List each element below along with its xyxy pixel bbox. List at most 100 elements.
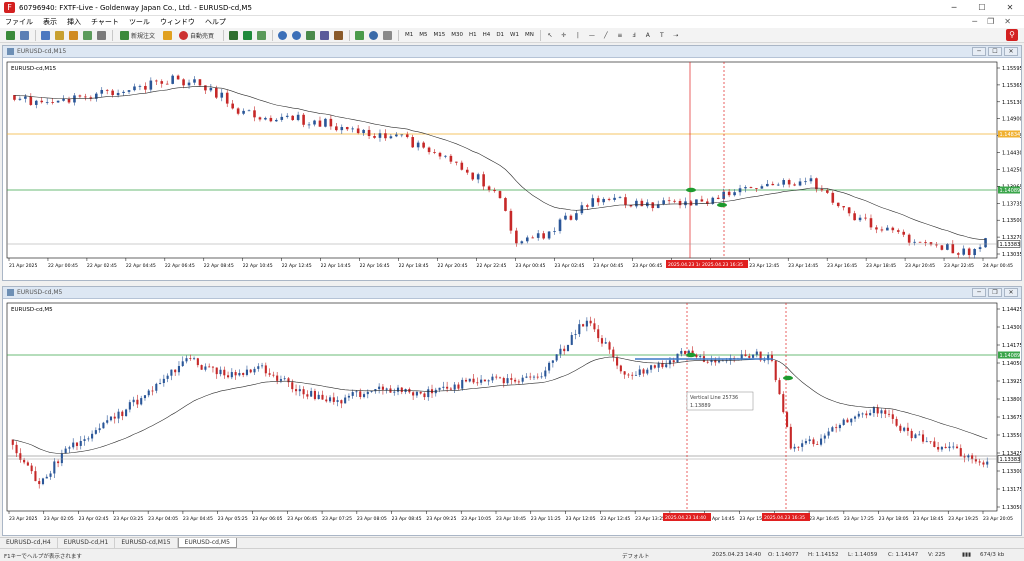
metaeditor-icon[interactable] bbox=[161, 29, 173, 41]
chart-maximize-button[interactable]: ☐ bbox=[988, 47, 1002, 56]
time-label: 23 Apr 14:45 bbox=[788, 263, 818, 269]
candle-bull bbox=[56, 100, 60, 103]
arrows-icon[interactable]: ⇢ bbox=[670, 29, 682, 41]
terminal-icon[interactable] bbox=[81, 29, 93, 41]
candle-bear bbox=[253, 110, 256, 118]
timeframe-m15[interactable]: M15 bbox=[431, 32, 449, 38]
chart-window-m15[interactable]: EURUSD-cd,M15 ─ ☐ ✕ EURUSD-cd,M15 1.15595… bbox=[2, 45, 1023, 281]
tab-eurusd-m5[interactable]: EURUSD-cd,M5 bbox=[177, 538, 237, 548]
cursor-icon[interactable]: ↖ bbox=[544, 29, 556, 41]
profiles-icon[interactable] bbox=[18, 29, 30, 41]
candle-bear bbox=[700, 199, 704, 202]
tab-eurusd-h4[interactable]: EURUSD-cd,H4 bbox=[0, 538, 58, 548]
tile-windows-icon[interactable] bbox=[304, 29, 316, 41]
timeframe-w1[interactable]: W1 bbox=[507, 32, 522, 38]
fibonacci-icon[interactable]: Ⅎ bbox=[628, 29, 640, 41]
tester-icon[interactable] bbox=[95, 29, 107, 41]
chart-close-button[interactable]: ✕ bbox=[1004, 47, 1018, 56]
candle-bear bbox=[918, 241, 922, 243]
mdi-minimize-button[interactable]: ─ bbox=[967, 16, 982, 28]
candle-bear bbox=[291, 382, 294, 390]
chart-close-button[interactable]: ✕ bbox=[1004, 288, 1018, 297]
price-chart-m15[interactable]: EURUSD-cd,M15 1.15595 1.15365 1.15130 1.1490… bbox=[3, 58, 1023, 280]
menu-window[interactable]: ウィンドウ bbox=[155, 16, 200, 28]
candle-bull bbox=[127, 90, 131, 92]
label-icon[interactable]: T bbox=[656, 29, 668, 41]
candle-bear bbox=[340, 400, 343, 404]
candle-bull bbox=[116, 92, 120, 96]
candle-bear bbox=[846, 419, 849, 423]
candle-bear bbox=[963, 456, 966, 458]
chart-restore-button[interactable]: ❐ bbox=[988, 288, 1002, 297]
candle-bear bbox=[26, 462, 29, 466]
price-chart-m5[interactable]: EURUSD-cd,M5 1.14425 1.14300 1.14175 1.14050… bbox=[3, 299, 1023, 535]
mdi-close-button[interactable]: ✕ bbox=[999, 16, 1016, 28]
candle-bear bbox=[895, 418, 898, 426]
candle-bull bbox=[204, 366, 207, 370]
timeframe-mn[interactable]: MN bbox=[522, 32, 537, 38]
auto-trading-button[interactable]: 自動売買 bbox=[175, 29, 218, 41]
timeframe-m1[interactable]: M1 bbox=[402, 32, 416, 38]
candle-bear bbox=[294, 389, 298, 392]
timeframe-d1[interactable]: D1 bbox=[493, 32, 507, 38]
chart-window-m5[interactable]: EURUSD-cd,M5 ─ ❐ ✕ EURUSD-cd,M5 1.14425 1.… bbox=[2, 286, 1023, 536]
horizontal-line-icon[interactable]: — bbox=[586, 29, 598, 41]
candle-bull bbox=[948, 446, 951, 449]
candle-bear bbox=[951, 244, 955, 254]
time-label: 23 Apr 03:25 bbox=[113, 516, 143, 522]
indicators-icon[interactable] bbox=[353, 29, 365, 41]
zoom-in-icon[interactable] bbox=[276, 29, 288, 41]
market-watch-icon[interactable] bbox=[39, 29, 51, 41]
timeframe-m5[interactable]: M5 bbox=[416, 32, 430, 38]
line-chart-icon[interactable] bbox=[255, 29, 267, 41]
new-chart-icon[interactable] bbox=[4, 29, 16, 41]
status-profile[interactable]: デフォルト bbox=[622, 552, 650, 560]
maximize-button[interactable]: ☐ bbox=[968, 0, 996, 16]
close-button[interactable]: ✕ bbox=[996, 0, 1024, 16]
candle-bull bbox=[102, 422, 105, 429]
tab-eurusd-m15[interactable]: EURUSD-cd,M15 bbox=[115, 538, 178, 548]
menu-help[interactable]: ヘルプ bbox=[200, 16, 231, 28]
candlestick-icon[interactable] bbox=[241, 29, 253, 41]
connection-icon: ▮▮▮ bbox=[962, 552, 972, 558]
price-label: 1.13550 bbox=[1002, 433, 1021, 439]
bar-chart-icon[interactable] bbox=[227, 29, 239, 41]
data-window-icon[interactable] bbox=[53, 29, 65, 41]
text-icon[interactable]: A bbox=[642, 29, 654, 41]
menu-insert[interactable]: 挿入 bbox=[62, 16, 86, 28]
mdi-restore-button[interactable]: ❐ bbox=[982, 16, 999, 28]
chart-minimize-button[interactable]: ─ bbox=[972, 288, 986, 297]
timeframe-h4[interactable]: H4 bbox=[480, 32, 494, 38]
candle-bull bbox=[313, 120, 316, 125]
menu-chart[interactable]: チャート bbox=[86, 16, 124, 28]
periods-icon[interactable] bbox=[367, 29, 379, 41]
channel-icon[interactable]: ≡ bbox=[614, 29, 626, 41]
chart-shift-icon[interactable] bbox=[332, 29, 344, 41]
tab-eurusd-h1[interactable]: EURUSD-cd,H1 bbox=[58, 538, 116, 548]
menu-tools[interactable]: ツール bbox=[124, 16, 155, 28]
candle-bull bbox=[400, 134, 404, 136]
timeframe-m30[interactable]: M30 bbox=[448, 32, 466, 38]
candle-bear bbox=[113, 416, 116, 419]
menu-file[interactable]: ファイル bbox=[0, 16, 38, 28]
navigator-icon[interactable] bbox=[67, 29, 79, 41]
vertical-line-icon[interactable]: | bbox=[572, 29, 584, 41]
timeframe-h1[interactable]: H1 bbox=[466, 32, 480, 38]
candle-bear bbox=[684, 350, 687, 354]
templates-icon[interactable] bbox=[381, 29, 393, 41]
candle-bear bbox=[487, 186, 491, 190]
auto-scroll-icon[interactable] bbox=[318, 29, 330, 41]
trendline-icon[interactable]: ╱ bbox=[600, 29, 612, 41]
candle-bull bbox=[525, 237, 529, 242]
crosshair-icon[interactable]: ✛ bbox=[558, 29, 570, 41]
menu-view[interactable]: 表示 bbox=[38, 16, 62, 28]
status-high: H: 1.14152 bbox=[808, 552, 839, 558]
candle-bull bbox=[444, 155, 447, 157]
chart-minimize-button[interactable]: ─ bbox=[972, 47, 986, 56]
new-order-button[interactable]: 新規注文 bbox=[116, 29, 159, 41]
search-icon[interactable]: ⚲ bbox=[1006, 29, 1018, 41]
zoom-out-icon[interactable] bbox=[290, 29, 302, 41]
candle-bull bbox=[106, 420, 109, 423]
candle-bear bbox=[495, 376, 498, 378]
minimize-button[interactable]: ─ bbox=[940, 0, 968, 16]
